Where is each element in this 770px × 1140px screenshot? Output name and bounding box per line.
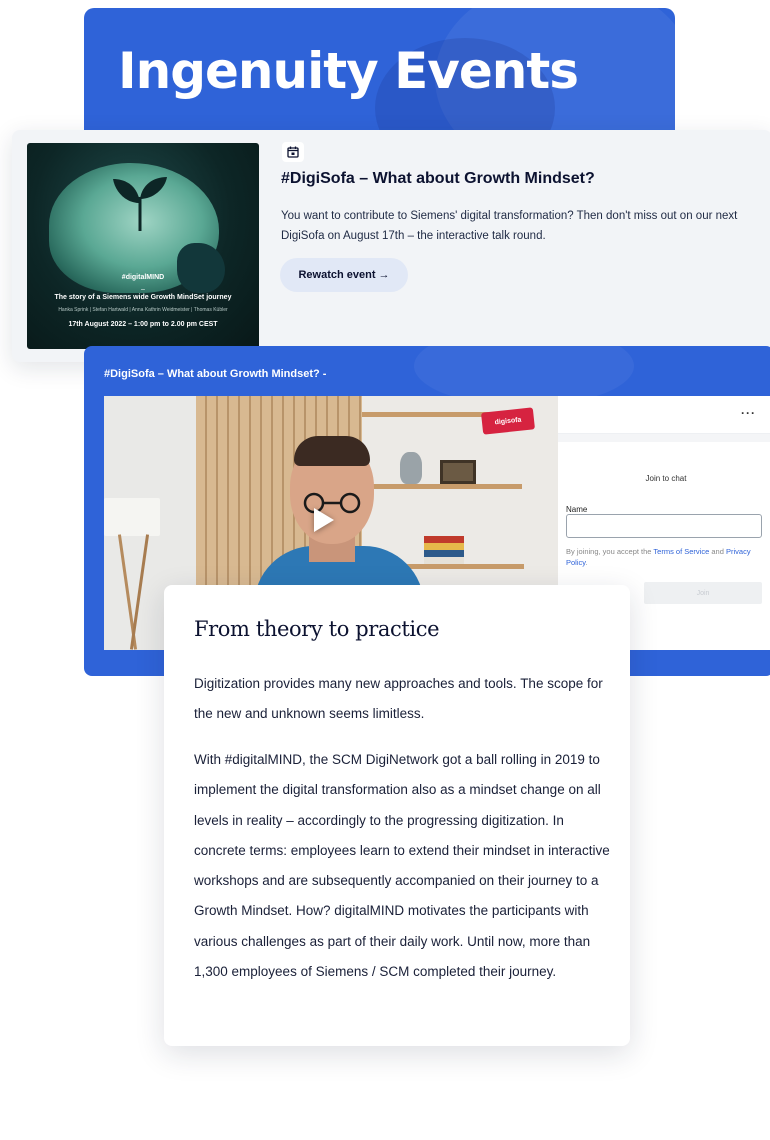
thumbnail-subtitle: The story of a Siemens wide Growth MindS… [54, 294, 232, 301]
join-chat-title: Join to chat [645, 474, 687, 483]
player-title: #DigiSofa – What about Growth Mindset? - [104, 368, 327, 380]
speaker-hair [294, 436, 370, 466]
event-title: #DigiSofa – What about Growth Mindset? [281, 170, 595, 187]
terms-of-service-link[interactable]: Terms of Service [653, 547, 709, 556]
event-thumbnail[interactable]: #digitalMIND – The story of a Siemens wi… [27, 143, 259, 349]
video-shelf [372, 484, 522, 489]
chat-header: ··· [558, 396, 770, 434]
terms-notice: By joining, you accept the Terms of Serv… [566, 546, 766, 568]
more-options-icon[interactable]: ··· [741, 406, 756, 420]
thumbnail-date: 17th August 2022 – 1:00 pm to 2.00 pm CE… [68, 321, 218, 328]
terms-suffix: . [585, 558, 588, 567]
name-label: Name [566, 505, 588, 514]
info-paragraph: With #digitalMIND, the SCM DigiNetwork g… [194, 752, 610, 980]
terms-prefix: By joining, you accept the [566, 547, 654, 556]
video-lamp [104, 498, 160, 536]
thumbnail-speakers: Hanka Sprink | Stefan Hartwald | Anna Ka… [58, 307, 228, 313]
video-vase [400, 452, 422, 484]
thumbnail-dash: – [141, 286, 145, 293]
calendar-icon [282, 142, 304, 162]
video-picture-frame [440, 460, 476, 484]
event-card: #digitalMIND – The story of a Siemens wi… [12, 130, 770, 362]
event-description: You want to contribute to Siemens' digit… [281, 210, 738, 242]
rewatch-event-button[interactable]: Rewatch event → [280, 258, 408, 292]
video-books [424, 536, 464, 564]
thumbnail-hashtag: #digitalMIND [121, 274, 165, 281]
name-input[interactable] [566, 514, 762, 538]
chat-divider [558, 434, 770, 442]
play-icon[interactable] [314, 508, 334, 532]
sprout-icon [113, 177, 167, 231]
info-heading: From theory to practice [194, 617, 440, 641]
info-paragraph: Digitization provides many new approache… [194, 676, 603, 721]
info-card: From theory to practice Digitization pro… [164, 585, 630, 1046]
terms-and: and [709, 547, 724, 556]
video-shelf [394, 564, 524, 569]
join-button[interactable]: Join [644, 582, 762, 604]
page-title: Ingenuity Events [118, 42, 579, 100]
